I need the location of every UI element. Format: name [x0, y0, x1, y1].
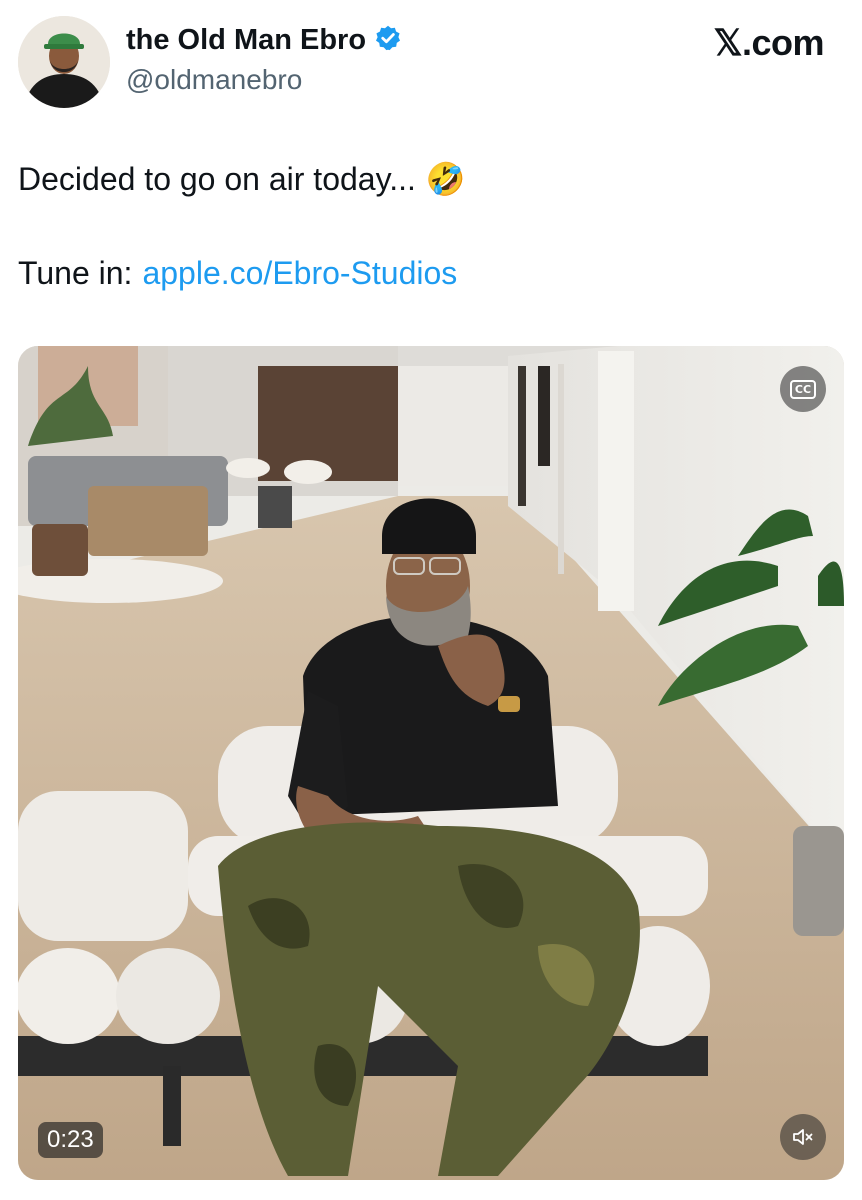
- mute-toggle-button[interactable]: [780, 1114, 826, 1160]
- tweet-text: Decided to go on air today...: [18, 160, 416, 197]
- tweet-link[interactable]: apple.co/Ebro-Studios: [142, 255, 457, 292]
- tune-in-label: Tune in:: [18, 255, 133, 291]
- video-player[interactable]: CC 0:23: [18, 346, 844, 1180]
- display-name[interactable]: the Old Man Ebro: [126, 24, 366, 57]
- brand-logo: 𝕏.com: [713, 22, 824, 63]
- tweet-text-line: Decided to go on air today... 🤣: [18, 160, 466, 198]
- author-name-row[interactable]: the Old Man Ebro: [126, 24, 402, 57]
- handle[interactable]: @oldmanebro: [126, 64, 302, 96]
- avatar-image: [18, 16, 110, 108]
- closed-captions-button[interactable]: CC: [780, 366, 826, 412]
- video-frame: [18, 346, 844, 1180]
- speaker-muted-icon: [793, 1129, 813, 1145]
- closed-captions-icon: CC: [789, 379, 817, 399]
- verified-badge-icon: [374, 24, 402, 57]
- rofl-emoji-icon: 🤣: [425, 161, 466, 197]
- video-duration: 0:23: [38, 1122, 103, 1158]
- tweet-link-line: Tune in: apple.co/Ebro-Studios: [18, 255, 457, 292]
- avatar[interactable]: [18, 16, 110, 108]
